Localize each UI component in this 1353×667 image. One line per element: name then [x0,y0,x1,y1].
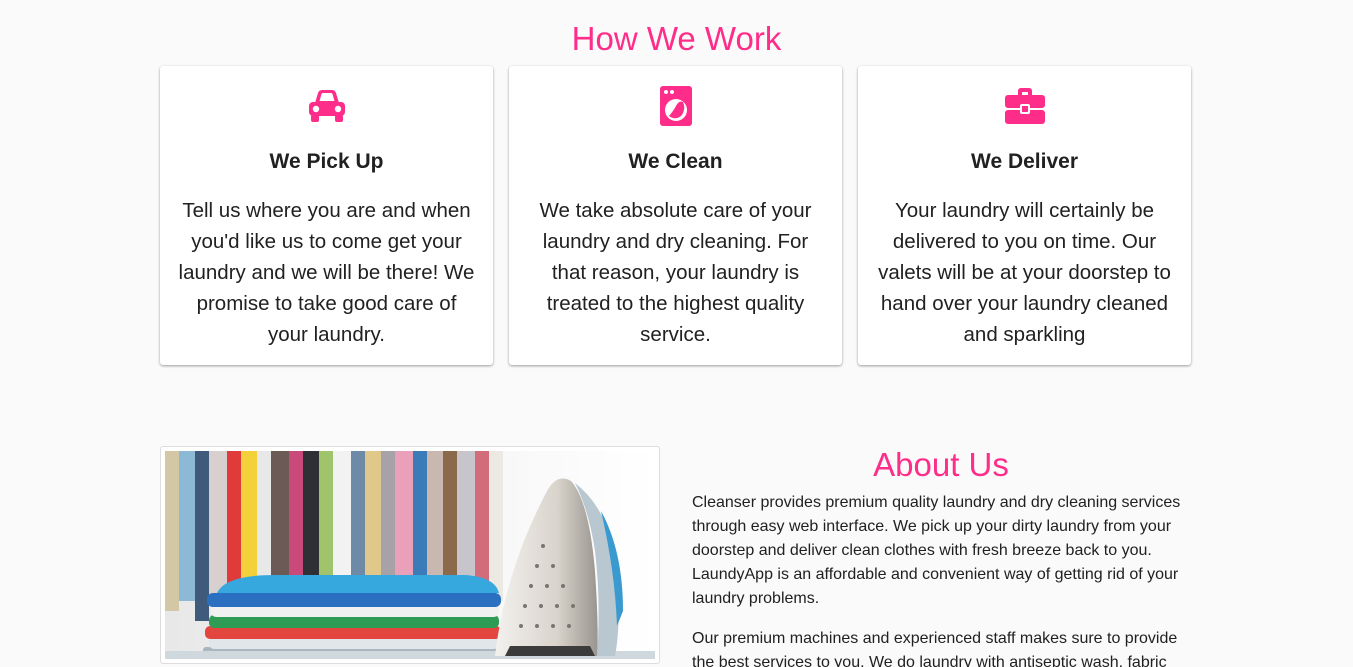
car-icon [160,86,493,126]
card-we-pick-up: We Pick Up Tell us where you are and whe… [160,66,493,365]
page: How We Work We Pick Up Tell us where you… [0,0,1353,667]
about-paragraph: Our premium machines and experienced sta… [692,630,1178,667]
card-we-deliver: We Deliver Your laundry will certainly b… [858,66,1191,365]
card-text: Tell us where you are and when you'd lik… [178,199,475,346]
about-paragraph: Cleanser provides premium quality laundr… [692,494,1181,607]
card-heading: We Clean [628,150,723,173]
washing-machine-icon [509,86,842,126]
card-we-clean: We Clean We take absolute care of your l… [509,66,842,365]
card-text: Your laundry will certainly be delivered… [878,199,1171,346]
card-heading: We Pick Up [269,150,384,173]
briefcase-icon [858,86,1191,126]
card-text: We take absolute care of your laundry an… [539,199,812,346]
card-heading: We Deliver [971,150,1078,173]
about-us-title: About Us [873,446,1009,483]
how-we-work-title: How We Work [571,20,782,57]
laundry-image [160,446,660,664]
